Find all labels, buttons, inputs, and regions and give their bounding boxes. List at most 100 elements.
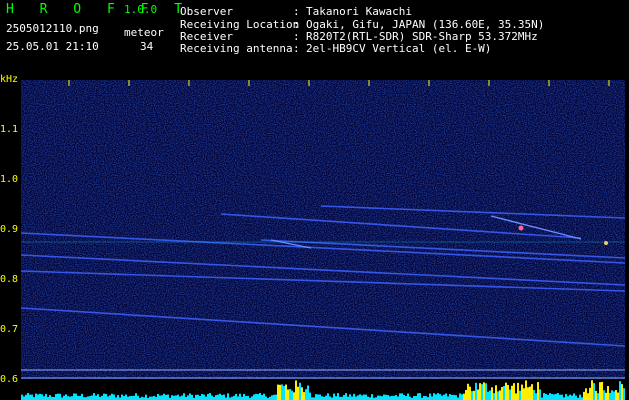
activity-bar (173, 395, 175, 400)
activity-bar (55, 394, 57, 400)
activity-bar (105, 393, 107, 400)
y-tick-label: 0.6 (0, 374, 19, 385)
activity-bar (401, 393, 403, 400)
activity-bar (253, 394, 255, 400)
activity-bar (515, 393, 517, 400)
activity-bar (463, 393, 465, 400)
activity-bar (597, 393, 599, 400)
spectrogram-plot (21, 80, 625, 400)
activity-bar (371, 394, 373, 400)
activity-bar (523, 388, 525, 400)
activity-bar (117, 395, 119, 400)
activity-bar (437, 393, 439, 400)
activity-bar (363, 394, 365, 400)
activity-bar (481, 384, 483, 400)
activity-bar (335, 396, 337, 400)
activity-bar (471, 391, 473, 400)
activity-bar (277, 384, 279, 400)
activity-bar (561, 394, 563, 400)
activity-bar (163, 393, 165, 400)
antenna-value: 2el-HB9CV Vertical (el. E-W) (306, 42, 492, 55)
activity-bar (501, 387, 503, 400)
activity-bar (207, 394, 209, 400)
activity-bar (43, 396, 45, 400)
activity-bar (271, 395, 273, 400)
activity-bar (529, 386, 531, 400)
activity-bar (57, 393, 59, 400)
y-tick-label: 0.7 (0, 324, 19, 335)
activity-bar (615, 390, 617, 400)
activity-bar (403, 394, 405, 400)
activity-bar (517, 382, 519, 400)
activity-bar (255, 393, 257, 400)
activity-bar (587, 393, 589, 400)
activity-bar (477, 389, 479, 400)
activity-bar (305, 389, 307, 400)
activity-bar (547, 395, 549, 400)
activity-bar (553, 394, 555, 400)
activity-bar (423, 395, 425, 400)
activity-bar (349, 394, 351, 400)
activity-bar (259, 393, 261, 400)
activity-bar (265, 396, 267, 400)
activity-bar (71, 396, 73, 400)
activity-bar (355, 396, 357, 400)
activity-bar (329, 396, 331, 400)
activity-bar (519, 390, 521, 400)
activity-bar (151, 396, 153, 400)
activity-bar (333, 393, 335, 400)
activity-bar (343, 395, 345, 400)
activity-bar (623, 388, 625, 400)
activity-bar (621, 384, 623, 400)
observer-label: Observer (180, 5, 233, 18)
activity-bar (455, 395, 457, 400)
activity-bar (417, 393, 419, 400)
activity-bar (361, 395, 363, 400)
activity-bar (451, 395, 453, 400)
activity-bar (317, 394, 319, 400)
activity-bar (293, 392, 295, 400)
activity-bar (67, 396, 69, 400)
activity-bar (215, 395, 217, 400)
activity-bar (551, 394, 553, 400)
activity-bar (159, 395, 161, 400)
activity-bar (489, 390, 491, 400)
activity-bar (59, 393, 61, 400)
activity-bar (559, 394, 561, 400)
activity-bar (379, 395, 381, 400)
activity-bar (191, 394, 193, 400)
activity-bar (545, 393, 547, 400)
y-unit-label: kHz (0, 74, 19, 85)
activity-bar (227, 393, 229, 400)
activity-bar (175, 395, 177, 400)
activity-bar (565, 394, 567, 400)
activity-bar (535, 393, 537, 400)
activity-bar (189, 393, 191, 400)
activity-bar (81, 393, 83, 400)
activity-bar (493, 393, 495, 400)
activity-bar (217, 394, 219, 400)
activity-bar (407, 393, 409, 400)
activity-bar (613, 391, 615, 400)
activity-bar (583, 391, 585, 400)
observer-value: Takanori Kawachi (306, 5, 412, 18)
activity-bar (39, 393, 41, 400)
activity-bar (29, 394, 31, 400)
activity-bar (479, 383, 481, 400)
activity-bar (41, 394, 43, 400)
activity-bar (483, 382, 485, 400)
activity-bar (135, 393, 137, 400)
activity-bar (467, 383, 469, 400)
activity-bar (381, 396, 383, 400)
activity-bar (107, 396, 109, 400)
activity-bar (497, 391, 499, 400)
activity-bar (77, 395, 79, 400)
activity-bar (353, 393, 355, 400)
activity-bar (31, 394, 33, 400)
activity-bar (611, 390, 613, 400)
activity-bar (177, 394, 179, 400)
activity-bar (167, 394, 169, 400)
activity-bar (295, 380, 297, 400)
activity-bar (525, 380, 527, 400)
activity-bar (209, 393, 211, 400)
